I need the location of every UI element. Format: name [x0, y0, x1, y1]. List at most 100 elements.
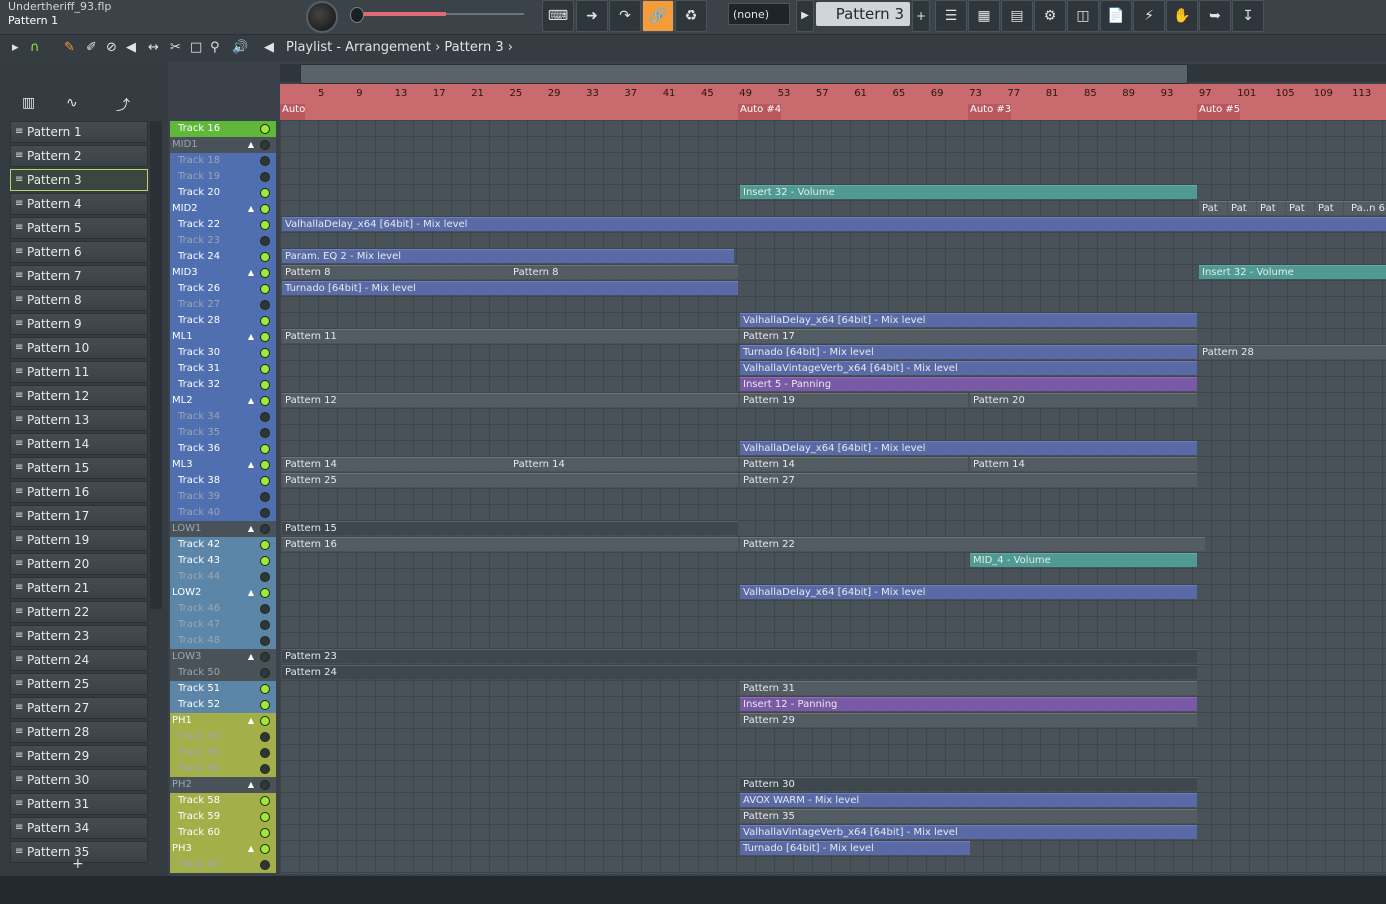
track-enable-led-icon[interactable]: [260, 140, 270, 150]
track-enable-led-icon[interactable]: [260, 748, 270, 758]
track-header[interactable]: Track 27: [170, 297, 276, 313]
select-icon[interactable]: □: [190, 40, 202, 55]
pattern-list-item[interactable]: Pattern 28: [10, 721, 148, 743]
ruler-marker[interactable]: Auto #5: [1197, 104, 1241, 120]
track-group-header[interactable]: ML3 ▲: [170, 457, 276, 473]
playlist-clip[interactable]: Pattern 24: [282, 665, 1197, 679]
pattern-list-item[interactable]: Pattern 27: [10, 697, 148, 719]
stamp-icon[interactable]: ♻: [675, 0, 707, 32]
pattern-list-item[interactable]: Pattern 24: [10, 649, 148, 671]
track-group-header[interactable]: MID2 ▲: [170, 201, 276, 217]
piano-roll-window-icon[interactable]: ▦: [968, 0, 1000, 32]
track-enable-led-icon[interactable]: [260, 844, 270, 854]
track-enable-led-icon[interactable]: [260, 780, 270, 790]
track-enable-led-icon[interactable]: [260, 444, 270, 454]
track-enable-led-icon[interactable]: [260, 668, 270, 678]
track-enable-led-icon[interactable]: [260, 236, 270, 246]
track-header[interactable]: Track 60: [170, 825, 276, 841]
zoom-icon[interactable]: ⚲: [210, 40, 220, 55]
playlist-clip[interactable]: Pattern 20: [970, 393, 1197, 407]
track-enable-led-icon[interactable]: [260, 572, 270, 582]
collapse-arrow-icon[interactable]: ▲: [248, 265, 254, 281]
playlist-clip[interactable]: Param. EQ 2 - Mix level: [282, 249, 734, 263]
track-header[interactable]: Track 36: [170, 441, 276, 457]
playlist-clip[interactable]: Insert 32 - Volume: [1199, 265, 1386, 279]
track-enable-led-icon[interactable]: [260, 300, 270, 310]
track-enable-led-icon[interactable]: [260, 188, 270, 198]
playlist-clip[interactable]: Pattern 31: [740, 681, 1197, 695]
track-enable-led-icon[interactable]: [260, 348, 270, 358]
track-group-header[interactable]: LOW1 ▲: [170, 521, 276, 537]
track-header[interactable]: Track 43: [170, 553, 276, 569]
pattern-list-item[interactable]: Pattern 15: [10, 457, 148, 479]
playlist-clip[interactable]: Pattern 17: [740, 329, 1197, 343]
track-enable-led-icon[interactable]: [260, 332, 270, 342]
track-header[interactable]: Track 48: [170, 633, 276, 649]
playlist-clip[interactable]: ValhallaDelay_x64 [64bit] - Mix level: [740, 585, 1197, 599]
track-enable-led-icon[interactable]: [260, 396, 270, 406]
track-enable-led-icon[interactable]: [260, 412, 270, 422]
track-enable-led-icon[interactable]: [260, 524, 270, 534]
magnet-icon[interactable]: ∩: [30, 40, 40, 55]
playlist-clip[interactable]: Pattern 14: [740, 457, 968, 471]
pattern-list-item[interactable]: Pattern 23: [10, 625, 148, 647]
collapse-arrow-icon[interactable]: ▲: [248, 137, 254, 153]
touch-icon[interactable]: ✋: [1166, 0, 1198, 32]
playlist-clip[interactable]: ValhallaVintageVerb_x64 [64bit] - Mix le…: [740, 361, 1197, 375]
track-enable-led-icon[interactable]: [260, 732, 270, 742]
delete-icon[interactable]: ⊘: [106, 40, 117, 55]
playlist-clip[interactable]: ValhallaDelay_x64 [64bit] - Mix level: [740, 313, 1197, 327]
playlist-clip[interactable]: Turnado [64bit] - Mix level: [740, 345, 1197, 359]
track-header[interactable]: Track 34: [170, 409, 276, 425]
collapse-arrow-icon[interactable]: ▲: [248, 777, 254, 793]
ruler-marker[interactable]: Auto: [280, 104, 306, 120]
track-header[interactable]: Track 31: [170, 361, 276, 377]
render-icon[interactable]: ➥: [1199, 0, 1231, 32]
track-header[interactable]: Track 62: [170, 857, 276, 873]
track-enable-led-icon[interactable]: [260, 380, 270, 390]
brush-icon[interactable]: ✐: [86, 40, 97, 55]
track-header[interactable]: Track 59: [170, 809, 276, 825]
play-pattern-icon[interactable]: ▶: [796, 0, 814, 32]
track-header[interactable]: Track 38: [170, 473, 276, 489]
playlist-clip[interactable]: Pattern 11: [282, 329, 738, 343]
menu-arrow-icon[interactable]: ▸: [12, 40, 19, 55]
playlist-clip[interactable]: Pattern 14: [510, 457, 738, 471]
pattern-list-item[interactable]: Pattern 25: [10, 673, 148, 695]
track-enable-led-icon[interactable]: [260, 268, 270, 278]
track-enable-led-icon[interactable]: [260, 620, 270, 630]
playlist-clip[interactable]: Pattern 25: [282, 473, 738, 487]
pattern-list-item[interactable]: Pattern 20: [10, 553, 148, 575]
track-group-header[interactable]: LOW3 ▲: [170, 649, 276, 665]
collapse-arrow-icon[interactable]: ▲: [248, 713, 254, 729]
collapse-arrow-icon[interactable]: ▲: [248, 329, 254, 345]
track-group-header[interactable]: LOW2 ▲: [170, 585, 276, 601]
pattern-list-item[interactable]: Pattern 11: [10, 361, 148, 383]
playlist-clip[interactable]: AVOX WARM - Mix level: [740, 793, 1197, 807]
pattern-list-item[interactable]: Pattern 34: [10, 817, 148, 839]
ruler-marker[interactable]: Auto #3: [968, 104, 1012, 120]
track-group-header[interactable]: MID3 ▲: [170, 265, 276, 281]
track-header[interactable]: Track 24: [170, 249, 276, 265]
pattern-list-item[interactable]: Pattern 6: [10, 241, 148, 263]
track-enable-led-icon[interactable]: [260, 476, 270, 486]
track-enable-led-icon[interactable]: [260, 860, 270, 870]
pattern-list-item[interactable]: Pattern 19: [10, 529, 148, 551]
track-enable-led-icon[interactable]: [260, 204, 270, 214]
plugin-icon[interactable]: ⚡: [1133, 0, 1165, 32]
snap-select[interactable]: (none): [728, 3, 790, 25]
playlist-clip[interactable]: Pattern 27: [740, 473, 1197, 487]
track-header[interactable]: Track 39: [170, 489, 276, 505]
collapse-arrow-icon[interactable]: ▲: [248, 457, 254, 473]
mute-icon[interactable]: ◀: [126, 40, 136, 55]
playlist-clip[interactable]: Pattern 19: [740, 393, 968, 407]
pattern-list-item[interactable]: Pattern 2: [10, 145, 148, 167]
track-header[interactable]: Track 42: [170, 537, 276, 553]
pattern-list-item[interactable]: Pattern 10: [10, 337, 148, 359]
track-enable-led-icon[interactable]: [260, 492, 270, 502]
pencil-icon[interactable]: ✎: [64, 40, 75, 55]
link-icon[interactable]: 🔗: [642, 0, 674, 32]
playlist-clip[interactable]: Insert 12 - Panning: [740, 697, 1197, 711]
playlist-clip[interactable]: Pattern 14: [282, 457, 510, 471]
pattern-list-item[interactable]: Pattern 31: [10, 793, 148, 815]
